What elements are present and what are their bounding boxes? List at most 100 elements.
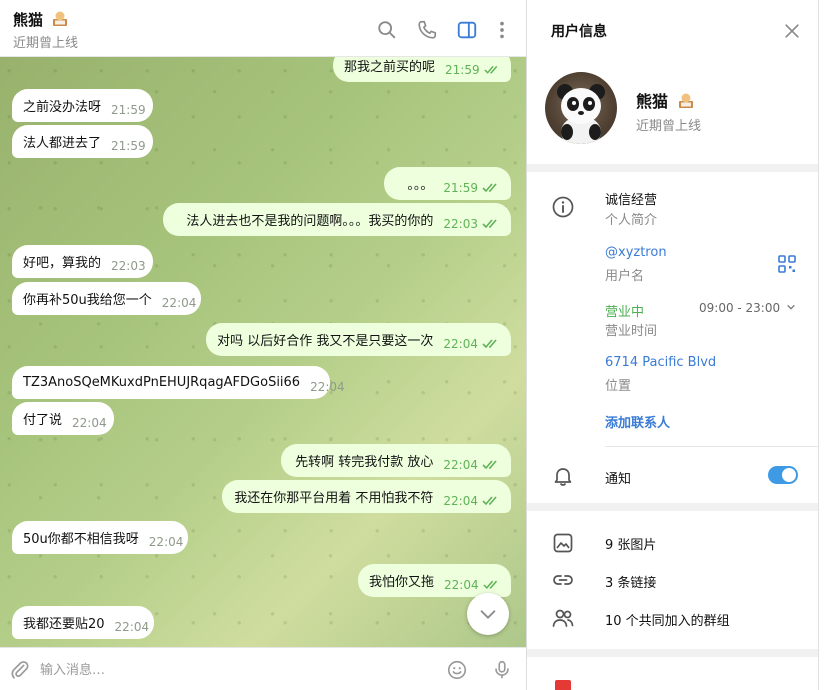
address-label: 位置	[605, 379, 632, 394]
message-text: 好吧，算我的	[23, 256, 102, 271]
incoming-message[interactable]: 好吧，算我的 22:03	[12, 245, 153, 278]
outgoing-message[interactable]: 对吗 以后好合作 我又不是只要这一次 22:04	[206, 323, 511, 356]
business-hours[interactable]: 09:00 - 23:00	[699, 301, 796, 315]
business-label: 营业时间	[605, 324, 658, 339]
read-ticks-icon	[484, 65, 497, 74]
notifications-toggle[interactable]	[768, 466, 798, 484]
image-icon	[551, 531, 575, 555]
panel-title: 用户信息	[551, 24, 607, 40]
attach-icon[interactable]	[9, 659, 31, 681]
divider	[605, 446, 819, 447]
incoming-message[interactable]: 法人都进去了 21:59	[12, 125, 153, 158]
message-input[interactable]	[40, 657, 420, 683]
add-contact-button[interactable]: 添加联系人	[605, 412, 670, 431]
search-icon[interactable]	[376, 19, 398, 41]
details-card: 诚信经营 个人简介 @xyztron 用户名 营业中 营业时间 09:00 - …	[527, 172, 819, 503]
incoming-message[interactable]: TZ3AnoSQeMKuxdPnEHUJRqagAFDGoSii66 22:04	[12, 366, 345, 399]
message-text: 那我之前买的呢	[344, 60, 436, 75]
block-icon	[555, 680, 571, 690]
message-time: 22:03	[111, 258, 146, 273]
message-time: 22:03	[443, 216, 478, 231]
incoming-message[interactable]: 你再补50u我给您一个 22:04	[12, 282, 201, 315]
profile-name: 熊猫	[636, 88, 695, 112]
read-ticks-icon	[482, 459, 497, 469]
message-time: 22:04	[114, 619, 150, 634]
profile-name-text: 熊猫	[636, 92, 669, 111]
read-ticks-icon	[482, 182, 497, 192]
message-list[interactable]: 那我之前买的呢 21:59 之前没办法呀 21:59 法人都进去了 21:59 。。。 21:…	[0, 57, 526, 647]
chevron-down-icon	[787, 304, 795, 310]
profile-card: 用户信息 熊猫 近期曾上线	[527, 0, 819, 164]
outgoing-message[interactable]: 。。。 21:59	[384, 167, 511, 200]
message-text: 50u你都不相信我呀	[23, 532, 139, 547]
message-text: 我还在你那平台用着 不用怕我不符	[234, 491, 434, 506]
scroll-down-button[interactable]	[467, 593, 509, 635]
read-ticks-icon	[482, 338, 497, 348]
message-text: 我怕你又拖	[369, 575, 435, 590]
message-text: 法人都进去了	[23, 136, 102, 151]
chevron-down-icon	[480, 610, 496, 619]
close-icon[interactable]	[782, 21, 802, 41]
message-time: 22:04	[443, 493, 478, 508]
composer	[0, 647, 526, 690]
sign-emoji-icon	[51, 10, 69, 28]
notifications-label: 通知	[605, 472, 632, 487]
chat-header[interactable]: 熊猫 近期曾上线	[0, 0, 526, 57]
user-info-panel: 用户信息 熊猫 近期曾上线 诚信经营 个人简介 @xyztron 用户名 营业中…	[526, 0, 819, 690]
read-ticks-icon	[483, 580, 497, 589]
avatar[interactable]	[545, 72, 617, 144]
chat-title: 熊猫	[13, 9, 69, 30]
address-value[interactable]: 6714 Pacific Blvd	[605, 355, 716, 370]
message-text: 先转啊 转完我付款 放心	[295, 455, 434, 470]
message-time: 22:04	[161, 295, 197, 310]
message-time: 21:59	[445, 62, 480, 77]
message-time: 21:59	[443, 180, 478, 195]
background-window-edge	[818, 0, 828, 690]
mic-icon[interactable]	[491, 659, 513, 681]
message-time: 22:04	[72, 415, 107, 430]
message-text: 之前没办法呀	[23, 100, 102, 115]
incoming-message[interactable]: 50u你都不相信我呀 22:04	[12, 521, 188, 554]
outgoing-message[interactable]: 我还在你那平台用着 不用怕我不符 22:04	[222, 480, 511, 513]
message-time: 21:59	[111, 102, 146, 117]
business-hours-text: 09:00 - 23:00	[699, 301, 781, 315]
info-icon	[551, 195, 575, 219]
qr-icon[interactable]	[778, 255, 796, 273]
media-card: 9 张图片 3 条链接 10 个共同加入的群组	[527, 511, 819, 649]
users-icon	[551, 606, 575, 630]
sidebar-icon[interactable]	[456, 19, 478, 41]
message-text: 。。。	[407, 178, 434, 193]
incoming-message[interactable]: 付了说 22:04	[12, 402, 114, 435]
outgoing-message[interactable]: 法人进去也不是我的问题啊。。。我买的你的 22:03	[163, 203, 511, 236]
bio-value[interactable]: 诚信经营	[605, 189, 657, 208]
message-text: 你再补50u我给您一个	[23, 293, 152, 308]
chat-status: 近期曾上线	[13, 36, 79, 51]
photos-item[interactable]: 9 张图片	[605, 534, 656, 553]
chat-pane: 熊猫 近期曾上线 那我之前买的呢 21:59 之前没办法呀 21:59 法人都进去了 21…	[0, 0, 526, 690]
message-text: 我都还要贴20	[23, 617, 105, 632]
sign-emoji-icon	[677, 92, 695, 110]
incoming-message[interactable]: 我都还要贴20 22:04	[12, 606, 154, 639]
username-value[interactable]: @xyztron	[605, 245, 667, 260]
emoji-icon[interactable]	[446, 659, 468, 681]
link-icon	[551, 568, 575, 592]
danger-card	[527, 657, 819, 690]
message-time: 22:04	[148, 534, 184, 549]
more-icon[interactable]	[491, 19, 513, 41]
business-status: 营业中	[605, 305, 645, 320]
groups-item[interactable]: 10 个共同加入的群组	[605, 610, 730, 629]
message-text: TZ3AnoSQeMKuxdPnEHUJRqagAFDGoSii66	[23, 375, 301, 390]
chat-title-text: 熊猫	[13, 11, 44, 29]
outgoing-message[interactable]: 先转啊 转完我付款 放心 22:04	[281, 444, 511, 477]
outgoing-message[interactable]: 那我之前买的呢 21:59	[333, 57, 511, 82]
app-window: 熊猫 近期曾上线 那我之前买的呢 21:59 之前没办法呀 21:59 法人都进去了 21…	[0, 0, 828, 690]
message-time: 22:04	[443, 336, 478, 351]
links-item[interactable]: 3 条链接	[605, 572, 656, 591]
message-time: 22:04	[443, 457, 478, 472]
message-time: 22:04	[310, 379, 345, 394]
message-text: 付了说	[23, 413, 63, 428]
phone-icon[interactable]	[416, 19, 438, 41]
incoming-message[interactable]: 之前没办法呀 21:59	[12, 89, 153, 122]
message-time: 21:59	[111, 138, 146, 153]
read-ticks-icon	[482, 218, 497, 228]
